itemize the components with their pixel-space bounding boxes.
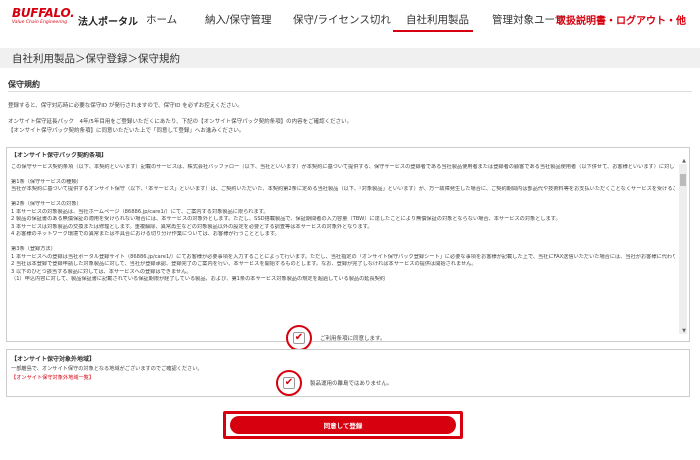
section-divider xyxy=(8,91,692,92)
nav-managed-users[interactable]: 管理対象ユーザ xyxy=(492,12,565,27)
contract-line: （1）申込内容に対して、製品保証書に記載されている保証期限が経了している製品、お… xyxy=(11,276,386,282)
section-title: 保守規約 xyxy=(8,80,40,89)
excluded-area-heading: 【オンサイト保守対象外地域】 xyxy=(11,356,96,363)
area-agree-highlight: ✔ xyxy=(276,370,302,396)
terms-agree-row[interactable]: ✔ ご利用条項に同意します。 xyxy=(286,325,385,351)
contract-line xyxy=(11,239,675,247)
contract-line: 2 当社は本登録で登録申請した対象製品に対して、当社が登録承認、登録完了のご案内… xyxy=(11,261,477,267)
breadcrumb: 自社利用製品＞保守登録＞保守規約 xyxy=(12,53,180,65)
contract-scroll-area[interactable]: 【オンサイト保守パック契約条項】 この保守サービス契約条項（以下、本契約といいま… xyxy=(11,152,675,335)
active-nav-indicator xyxy=(393,30,473,32)
contract-line: 1 本サービスの対象製品は、当社ホームページ（86886.jp/care1/）に… xyxy=(11,208,269,215)
intro-line-1: 登録すると、保守対応時に必要な保守ID が発行されますので、保守ID を必ずお控… xyxy=(8,103,243,109)
intro-line-3: 【オンサイト保守パック契約条項】に同意いただいた上で「同意して登録」へお進みくだ… xyxy=(8,128,245,134)
contract-line: 4 お客様のネットワーク環境での異常または不具合における切り分け作業については、… xyxy=(11,231,280,237)
contract-line: 3 以下のひとつ該当する製品に対しては、本サービスへの登録はできません。 xyxy=(11,268,192,275)
top-header: BUFFALO. Value Chain Engineering 法人ポータル … xyxy=(0,0,700,36)
terms-agree-checkbox[interactable]: ✔ xyxy=(293,332,305,344)
area-agree-label: 製品運用の離島ではありません。 xyxy=(310,381,393,387)
excluded-area-text: 一部離島で、オンサイト保守の対象となる地域がございますのでご確認ください。 xyxy=(11,366,203,372)
agree-and-register-button[interactable]: 同意して登録 xyxy=(230,416,456,434)
contract-line: 第1条（保守サービスの種類） xyxy=(11,178,82,185)
contract-scrollbar[interactable] xyxy=(679,164,687,334)
nav-own-use-products[interactable]: 自社利用製品 xyxy=(406,12,469,27)
contract-body: この保守サービス契約条項（以下、本契約といいます）記載のサービスは、株式会社バッ… xyxy=(11,164,675,284)
terms-agree-highlight: ✔ xyxy=(286,325,312,351)
nav-maintenance-license-expired[interactable]: 保守/ライセンス切れ xyxy=(293,12,391,27)
contract-line xyxy=(11,194,675,202)
checkmark-icon: ✔ xyxy=(294,332,304,343)
excluded-area-list-link[interactable]: 【オンサイト保守対象外地域一覧】 xyxy=(11,374,94,381)
portal-label: 法人ポータル xyxy=(78,17,138,28)
area-agree-row[interactable]: ✔ 製品運用の離島ではありません。 xyxy=(276,370,392,396)
contract-line: 3 本サービスは対象製品の交換または修理とします。重複解除、異常再生などの対象製… xyxy=(11,223,373,230)
contract-line: この保守サービス契約条項（以下、本契約といいます）記載のサービスは、株式会社バッ… xyxy=(11,163,675,170)
contract-line: 第3条（登録方法） xyxy=(11,246,56,252)
terms-agree-label: ご利用条項に同意します。 xyxy=(320,336,386,342)
contract-line xyxy=(11,171,675,179)
contract-line: 2 製品の保証書のある無償保証の適用を受けられない場合には、本サービスの対象外と… xyxy=(11,216,561,222)
logo-text: BUFFALO. xyxy=(12,6,75,20)
nav-delivery-maintenance[interactable]: 納入/保守管理 xyxy=(205,12,272,27)
nav-home[interactable]: ホーム xyxy=(146,12,177,27)
manual-logout-link[interactable]: 取扱説明書・ログアウト・他 xyxy=(556,12,686,27)
scrollbar-thumb[interactable] xyxy=(680,174,686,186)
buffalo-logo[interactable]: BUFFALO. Value Chain Engineering xyxy=(12,6,76,30)
logo-tagline: Value Chain Engineering xyxy=(12,20,68,25)
contract-heading: 【オンサイト保守パック契約条項】 xyxy=(11,152,108,159)
area-agree-checkbox[interactable]: ✔ xyxy=(283,377,295,389)
contract-line: 当社が本契約に基づいて提供するオンサイト保守（以下、「本サービス」といいます）は… xyxy=(11,186,675,192)
checkmark-icon: ✔ xyxy=(284,377,294,388)
contract-terms-box: 【オンサイト保守パック契約条項】 この保守サービス契約条項（以下、本契約といいま… xyxy=(6,147,690,342)
intro-line-2: オンサイト保守延長パック 4年/5年目用をご登録いただくにあたり、下記の【オンサ… xyxy=(8,119,353,125)
triangle-down-icon[interactable]: ▼ xyxy=(682,328,686,334)
contract-line: 第2条（保守サービスの対象） xyxy=(11,201,82,207)
contract-line: 1 本サービスへの登録は当社ポータル登録サイト（86886.jp/care1/）… xyxy=(11,253,675,260)
